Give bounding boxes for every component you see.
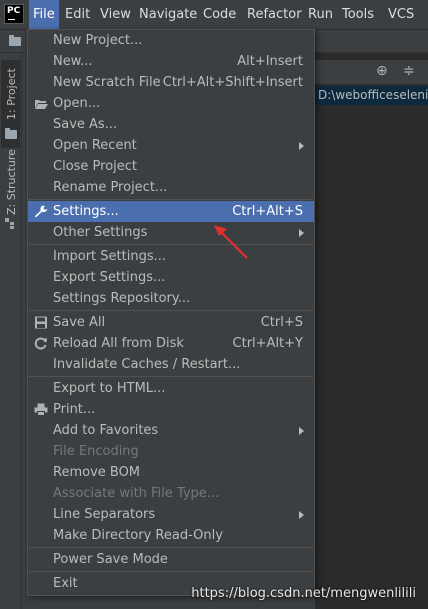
menu-item-label: Settings Repository...	[53, 291, 191, 306]
menu-code[interactable]: Code	[199, 0, 240, 29]
menu-item-close-project[interactable]: Close Project	[28, 156, 314, 177]
menu-item-print[interactable]: Print...	[28, 399, 314, 420]
menu-item-label: Invalidate Caches / Restart...	[53, 357, 241, 372]
menu-separator	[29, 547, 313, 548]
menu-bar: PC File Edit View Navigate Code Refactor…	[0, 0, 428, 30]
app-logo-text: PC	[7, 6, 21, 16]
menu-file[interactable]: File	[29, 0, 59, 29]
annotation-arrow-icon	[214, 225, 248, 259]
menu-item-label: Print...	[53, 402, 96, 417]
menu-item-label: Settings...	[53, 204, 119, 219]
menu-refactor[interactable]: Refactor	[243, 0, 306, 29]
menu-item-file-encoding: File Encoding	[28, 441, 314, 462]
project-tool-tab[interactable]: 1: Project	[1, 60, 20, 148]
menu-item-label: Open...	[53, 96, 101, 111]
project-folder-icon[interactable]	[9, 35, 21, 46]
save-icon	[35, 316, 47, 329]
target-icon[interactable]: ⊕	[376, 64, 388, 78]
menu-item-export-to-html[interactable]: Export to HTML...	[28, 378, 314, 399]
menu-item-label: Close Project	[53, 159, 138, 174]
reload-icon	[34, 337, 47, 350]
project-tab-label: 1: Project	[5, 68, 18, 120]
menu-item-label: New...	[53, 54, 93, 69]
menu-item-save-all[interactable]: Save All Ctrl+S	[28, 312, 314, 333]
menu-separator	[29, 310, 313, 311]
watermark-text: https://blog.csdn.net/mengwenlilili	[191, 586, 416, 601]
menu-vcs[interactable]: VCS	[384, 0, 418, 29]
menu-item-label: Exit	[53, 576, 78, 591]
menu-item-settings[interactable]: Settings... Ctrl+Alt+S	[28, 201, 314, 222]
menu-item-label: Remove BOM	[53, 465, 141, 480]
project-panel	[315, 53, 428, 609]
menu-item-power-save-mode[interactable]: Power Save Mode	[28, 549, 314, 570]
menu-item-invalidate-caches[interactable]: Invalidate Caches / Restart...	[28, 354, 314, 375]
menu-item-other-settings[interactable]: Other Settings	[28, 222, 314, 243]
wrench-icon	[34, 205, 48, 218]
menu-item-label: Open Recent	[53, 138, 137, 153]
menu-item-open[interactable]: Open...	[28, 93, 314, 114]
project-root-path[interactable]: D:\webofficeseleniu	[315, 86, 428, 105]
project-tab-folder-icon	[5, 128, 17, 139]
printer-icon	[34, 403, 48, 416]
menu-item-save-as[interactable]: Save As...	[28, 114, 314, 135]
menu-item-label: Line Separators	[53, 507, 156, 522]
menu-item-label: Add to Favorites	[53, 423, 159, 438]
menu-item-new-project[interactable]: New Project...	[28, 30, 314, 51]
menu-item-label: Import Settings...	[53, 249, 166, 264]
folder-open-icon	[35, 100, 48, 109]
menu-item-make-directory-read-only[interactable]: Make Directory Read-Only	[28, 525, 314, 546]
menu-item-label: Associate with File Type...	[53, 486, 220, 501]
menu-item-label: Rename Project...	[53, 180, 168, 195]
menu-navigate[interactable]: Navigate	[135, 0, 201, 29]
menu-item-label: Export Settings...	[53, 270, 166, 285]
menu-item-label: File Encoding	[53, 444, 139, 459]
pycharm-logo-icon: PC	[4, 4, 24, 24]
submenu-arrow-icon	[299, 142, 304, 150]
menu-item-line-separators[interactable]: Line Separators	[28, 504, 314, 525]
menu-item-new-scratch-file[interactable]: New Scratch File Ctrl+Alt+Shift+Insert	[28, 72, 314, 93]
menu-tools[interactable]: Tools	[338, 0, 378, 29]
project-panel-header: ⊕ ≑	[315, 60, 428, 84]
menu-item-associate-file-type: Associate with File Type...	[28, 483, 314, 504]
menu-separator	[29, 199, 313, 200]
menu-item-label: Save As...	[53, 117, 118, 132]
menu-item-rename-project[interactable]: Rename Project...	[28, 177, 314, 198]
menu-item-new[interactable]: New... Alt+Insert	[28, 51, 314, 72]
menu-item-shortcut: Ctrl+Alt+Shift+Insert	[162, 75, 303, 90]
menu-item-label: Reload All from Disk	[53, 336, 184, 351]
menu-item-shortcut: Alt+Insert	[237, 54, 303, 69]
collapse-all-icon[interactable]: ≑	[403, 64, 415, 78]
submenu-arrow-icon	[299, 511, 304, 519]
menu-item-label: New Project...	[53, 33, 143, 48]
menu-item-export-settings[interactable]: Export Settings...	[28, 267, 314, 288]
menu-item-label: New Scratch File	[53, 75, 161, 90]
menu-item-import-settings[interactable]: Import Settings...	[28, 246, 314, 267]
menu-view[interactable]: View	[96, 0, 135, 29]
menu-item-settings-repository[interactable]: Settings Repository...	[28, 288, 314, 309]
menu-separator	[29, 376, 313, 377]
menu-item-shortcut: Ctrl+Alt+Y	[232, 336, 303, 351]
submenu-arrow-icon	[299, 229, 304, 237]
structure-tab-label[interactable]: Z: Structure	[5, 149, 18, 215]
submenu-arrow-icon	[299, 427, 304, 435]
menu-item-reload-all[interactable]: Reload All from Disk Ctrl+Alt+Y	[28, 333, 314, 354]
menu-item-label: Export to HTML...	[53, 381, 166, 396]
menu-item-label: Power Save Mode	[53, 552, 168, 567]
menu-item-remove-bom[interactable]: Remove BOM	[28, 462, 314, 483]
menu-item-label: Save All	[53, 315, 106, 330]
menu-separator	[29, 571, 313, 572]
menu-run[interactable]: Run	[304, 0, 337, 29]
menu-item-shortcut: Ctrl+S	[260, 315, 303, 330]
structure-icon	[5, 218, 14, 229]
file-menu-dropdown: New Project... New... Alt+Insert New Scr…	[27, 29, 315, 596]
menu-separator	[29, 244, 313, 245]
menu-item-open-recent[interactable]: Open Recent	[28, 135, 314, 156]
menu-edit[interactable]: Edit	[61, 0, 94, 29]
menu-item-add-to-favorites[interactable]: Add to Favorites	[28, 420, 314, 441]
menu-item-label: Other Settings	[53, 225, 148, 240]
menu-item-label: Make Directory Read-Only	[53, 528, 223, 543]
